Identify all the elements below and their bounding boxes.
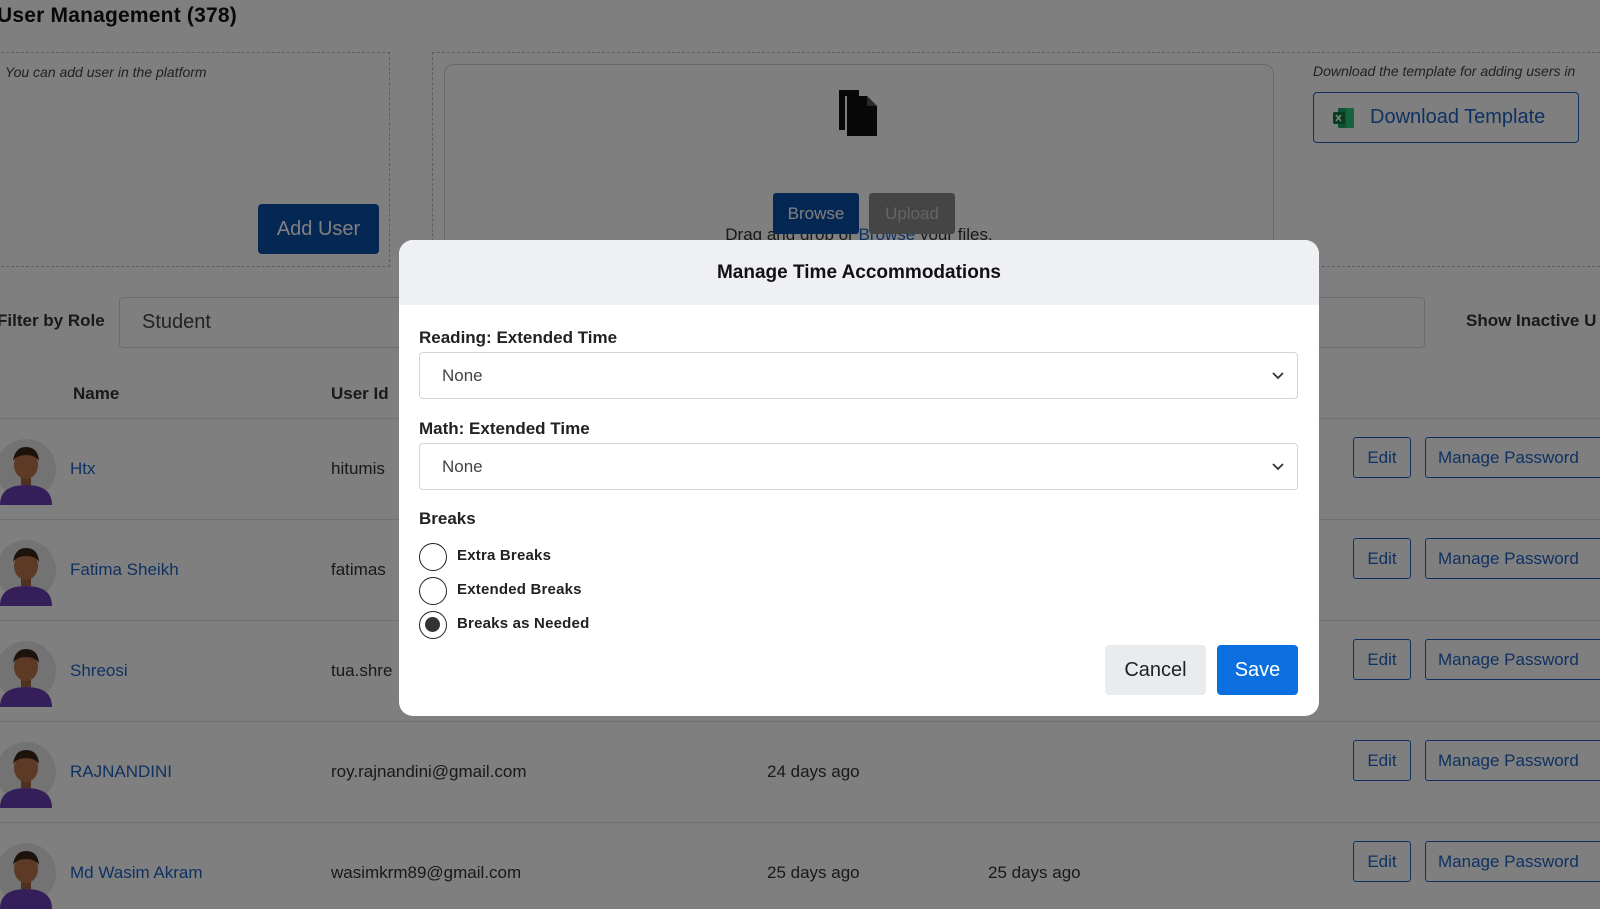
reading-extended-time-label: Reading: Extended Time [419,328,618,347]
radio-button[interactable] [419,611,447,639]
radio-button[interactable] [419,543,447,571]
chevron-down-icon [1272,372,1284,380]
math-extended-time-select[interactable]: None [419,443,1298,490]
reading-extended-time-value: None [442,366,483,385]
radio-button[interactable] [419,577,447,605]
reading-extended-time-select[interactable]: None [419,352,1298,399]
math-extended-time-value: None [442,457,483,476]
breaks-label: Breaks [419,509,476,528]
breaks-option-label: Extended Breaks [457,581,582,598]
cancel-button[interactable]: Cancel [1105,645,1206,695]
math-extended-time-label: Math: Extended Time [419,419,590,438]
breaks-option-label: Breaks as Needed [457,615,590,632]
breaks-option-label: Extra Breaks [457,547,552,564]
chevron-down-icon [1272,463,1284,471]
modal-title: Manage Time Accommodations [399,240,1319,305]
save-button[interactable]: Save [1217,645,1298,695]
manage-time-accommodations-modal: Manage Time Accommodations Reading: Exte… [399,240,1319,716]
user-management-page: User Management (378) You can add user i… [0,0,1600,909]
